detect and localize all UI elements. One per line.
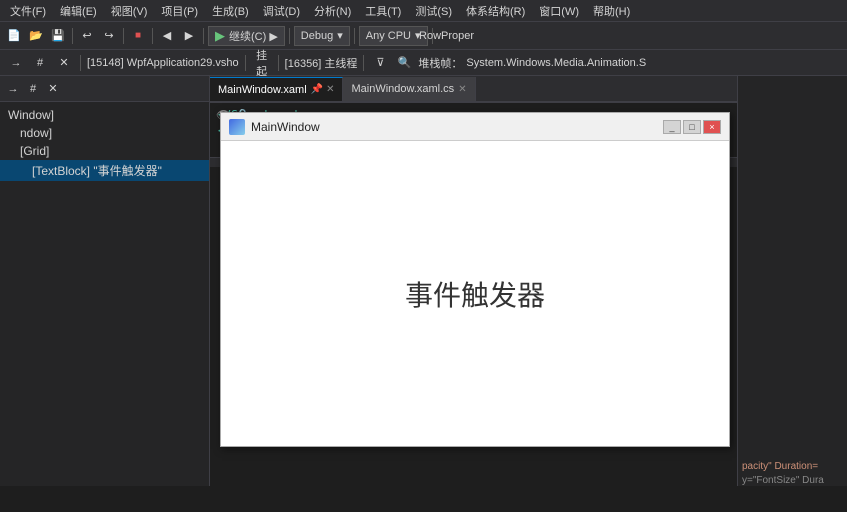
win-maximize-btn[interactable]: □ xyxy=(683,120,701,134)
panel-nav-btn[interactable]: → xyxy=(4,80,22,98)
tab-mainwindow-xaml[interactable]: MainWindow.xaml 📌 ✕ xyxy=(210,77,343,101)
separator-1 xyxy=(72,28,73,44)
redo-btn[interactable]: ↪ xyxy=(99,26,119,46)
menu-analyze[interactable]: 分析(N) xyxy=(308,1,357,21)
menu-file[interactable]: 文件(F) xyxy=(4,1,52,21)
menu-project[interactable]: 项目(P) xyxy=(155,1,204,21)
floating-wpf-window: MainWindow _ □ × 事件触发器 xyxy=(220,112,730,447)
pin-tab-icon[interactable]: 📌 xyxy=(311,84,323,95)
panel-close-btn[interactable]: ✕ xyxy=(44,80,62,98)
project-label: [15148] WpfApplication29.vsho xyxy=(87,57,239,69)
hang-btn[interactable]: 挂起 xyxy=(252,53,272,73)
chevron-down-icon: ▾ xyxy=(337,29,343,42)
editor-content: 👁 🔒 MainWindow _ □ × 事 xyxy=(210,102,737,486)
continue-label: 继续(C) ▶ xyxy=(229,28,278,44)
fwd-btn[interactable]: ▶ xyxy=(179,26,199,46)
right-panel-content: pacity" Duration= y="FontSize" Dura Dura… xyxy=(738,76,847,486)
rowprops-label: RowProper xyxy=(419,30,474,42)
win-app-icon xyxy=(229,119,245,135)
tree-item-textblock[interactable]: [TextBlock] "事件触发器" xyxy=(0,160,209,181)
continue-dropdown[interactable]: ▶ 继续(C) ▶ xyxy=(208,26,285,46)
right-fontsize: y="FontSize" Dura xyxy=(742,475,824,486)
debug-close-btn[interactable]: ✕ xyxy=(54,53,74,73)
menu-arch[interactable]: 体系结构(R) xyxy=(460,1,531,21)
cpu-dropdown[interactable]: Any CPU ▾ xyxy=(359,26,428,46)
method-label: System.Windows.Media.Animation.S xyxy=(466,57,646,69)
menu-view[interactable]: 视图(V) xyxy=(105,1,154,21)
menu-bar: 文件(F) 编辑(E) 视图(V) 项目(P) 生成(B) 调试(D) 分析(N… xyxy=(0,0,847,22)
thread-label: [16356] 主线程 xyxy=(285,55,358,71)
debug-config-dropdown[interactable]: Debug ▾ xyxy=(294,26,350,46)
open-btn[interactable]: 📂 xyxy=(26,26,46,46)
tree-view: Window] ndow] [Grid] [TextBlock] "事件触发器" xyxy=(0,102,209,185)
close-tab-2-icon[interactable]: ✕ xyxy=(458,84,466,95)
debug-bar: → # ✕ [15148] WpfApplication29.vsho 挂起 [… xyxy=(0,50,847,76)
tree-item-grid[interactable]: [Grid] xyxy=(0,142,209,160)
new-btn[interactable]: 📄 xyxy=(4,26,24,46)
left-panel: → # ✕ Window] ndow] [Grid] [TextBlock] "… xyxy=(0,76,210,486)
separator-5 xyxy=(289,28,290,44)
tab-label-2: MainWindow.xaml.cs xyxy=(351,83,454,95)
win-body-text: 事件触发器 xyxy=(405,274,545,314)
save-btn[interactable]: 💾 xyxy=(48,26,68,46)
menu-build[interactable]: 生成(B) xyxy=(206,1,255,21)
win-body: 事件触发器 xyxy=(221,141,729,446)
cpu-label: Any CPU xyxy=(366,30,411,42)
tab-icons: 📌 ✕ xyxy=(311,84,335,95)
rowprops-btn[interactable]: RowProper xyxy=(437,26,457,46)
debug-config-label: Debug xyxy=(301,30,333,42)
separator-11 xyxy=(363,55,364,71)
debug-nav-btn[interactable]: → xyxy=(6,53,26,73)
win-titlebar: MainWindow _ □ × xyxy=(221,113,729,141)
filter-btn[interactable]: ⊽ xyxy=(370,53,390,73)
close-tab-1-icon[interactable]: ✕ xyxy=(326,84,334,95)
win-title: MainWindow xyxy=(251,120,657,134)
menu-help[interactable]: 帮助(H) xyxy=(587,1,636,21)
separator-3 xyxy=(152,28,153,44)
tree-item-window[interactable]: Window] xyxy=(0,106,209,124)
menu-tools[interactable]: 工具(T) xyxy=(359,1,407,21)
tree-item-ndow[interactable]: ndow] xyxy=(0,124,209,142)
left-panel-toolbar: → # ✕ xyxy=(0,76,209,102)
menu-test[interactable]: 测试(S) xyxy=(409,1,458,21)
debug-pin-btn[interactable]: # xyxy=(30,53,50,73)
tab2-icons: ✕ xyxy=(458,84,466,95)
right-text-line1: pacity" Duration= xyxy=(742,460,843,474)
menu-debug[interactable]: 调试(D) xyxy=(257,1,306,21)
panel-pin-btn[interactable]: # xyxy=(24,80,42,98)
tab-mainwindow-xaml-cs[interactable]: MainWindow.xaml.cs ✕ xyxy=(343,77,475,101)
tab-bar: MainWindow.xaml 📌 ✕ MainWindow.xaml.cs ✕ xyxy=(210,76,737,102)
hang-label: 挂起 xyxy=(252,47,272,79)
tab-label-1: MainWindow.xaml xyxy=(218,84,307,96)
right-text-line2: y="FontSize" Dura xyxy=(742,474,843,486)
right-spacer xyxy=(742,80,843,460)
undo-btn[interactable]: ↩ xyxy=(77,26,97,46)
search-btn[interactable]: 🔍 xyxy=(394,53,414,73)
win-minimize-btn[interactable]: _ xyxy=(663,120,681,134)
win-close-btn[interactable]: × xyxy=(703,120,721,134)
stop-btn[interactable]: ■ xyxy=(128,26,148,46)
separator-8 xyxy=(80,55,81,71)
separator-9 xyxy=(245,55,246,71)
win-controls: _ □ × xyxy=(663,120,721,134)
toolbar: 📄 📂 💾 ↩ ↪ ■ ◀ ▶ ▶ 继续(C) ▶ Debug ▾ Any CP… xyxy=(0,22,847,50)
callstack-label: 堆栈帧： xyxy=(418,55,462,71)
right-opacity: pacity" Duration= xyxy=(742,461,818,472)
play-icon: ▶ xyxy=(215,28,225,44)
main-layout: → # ✕ Window] ndow] [Grid] [TextBlock] "… xyxy=(0,76,847,486)
menu-window[interactable]: 窗口(W) xyxy=(533,1,585,21)
editor-area: MainWindow.xaml 📌 ✕ MainWindow.xaml.cs ✕… xyxy=(210,76,737,486)
right-panel: pacity" Duration= y="FontSize" Dura Dura… xyxy=(737,76,847,486)
separator-4 xyxy=(203,28,204,44)
separator-2 xyxy=(123,28,124,44)
back-btn[interactable]: ◀ xyxy=(157,26,177,46)
separator-10 xyxy=(278,55,279,71)
separator-6 xyxy=(354,28,355,44)
menu-edit[interactable]: 编辑(E) xyxy=(54,1,103,21)
